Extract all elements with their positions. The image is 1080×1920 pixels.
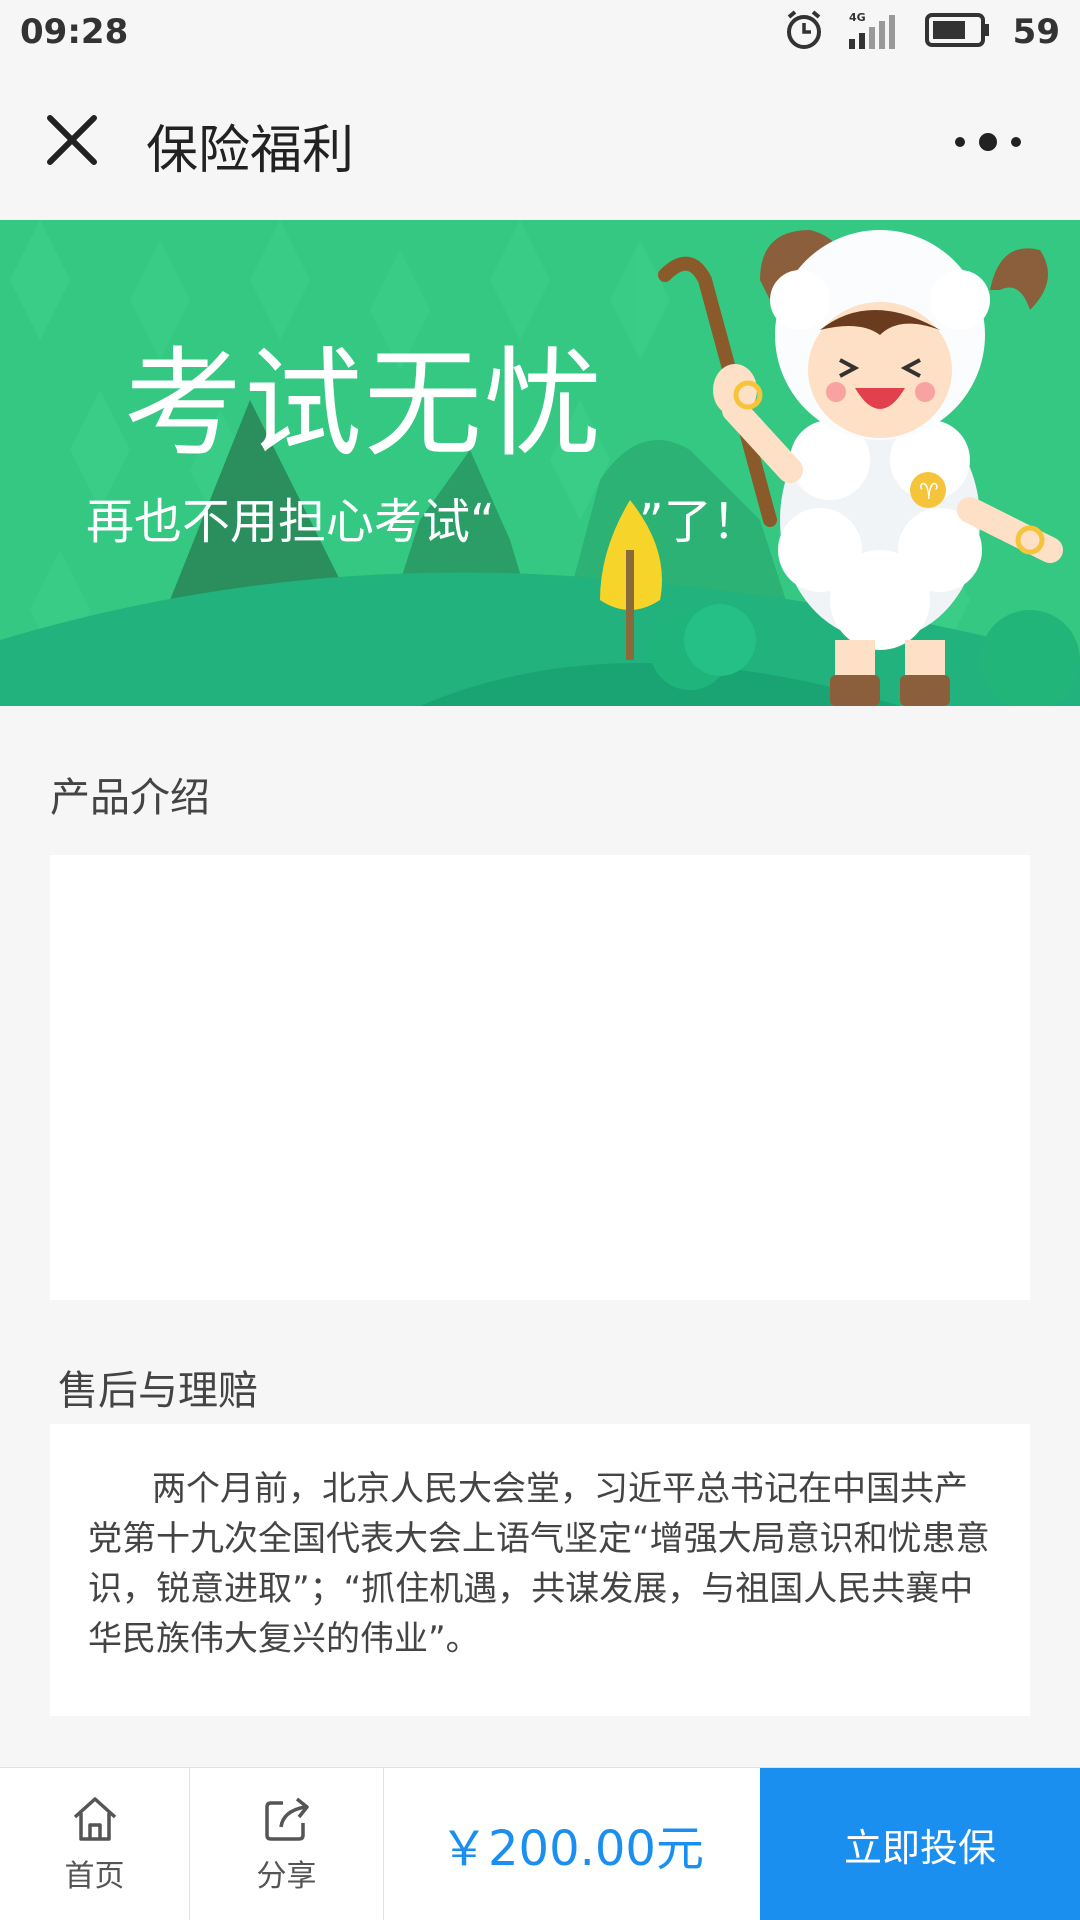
tab-home-label: 首页 xyxy=(64,1859,125,1894)
network-type-label: 4G xyxy=(849,11,866,24)
status-bar: 09:28 4G 59 xyxy=(0,0,1080,64)
buy-now-button[interactable]: 立即投保 xyxy=(760,1768,1080,1920)
more-icon xyxy=(955,133,1021,151)
page-title: 保险福利 xyxy=(146,121,355,181)
tab-home[interactable]: 首页 xyxy=(0,1768,190,1920)
banner-subtitle: 再也不用担心考试“ ”了！ xyxy=(86,494,760,550)
after-sales-card: 两个月前，北京人民大会堂，习近平总书记在中国共产党第十九次全国代表大会上语气坚定… xyxy=(50,1424,1030,1716)
status-time: 09:28 xyxy=(20,12,129,52)
tab-share[interactable]: 分享 xyxy=(190,1768,384,1920)
signal-icon: 4G xyxy=(847,9,903,55)
nav-bar: 保险福利 xyxy=(0,64,1080,220)
product-intro-card xyxy=(50,855,1030,1300)
price: ￥200.00元 xyxy=(440,1821,704,1877)
section-title-product-intro: 产品介绍 xyxy=(50,775,210,821)
section-title-after-sales: 售后与理赔 xyxy=(58,1368,258,1414)
alarm-icon xyxy=(783,9,825,55)
bottom-action-bar: 首页 分享 ￥200.00元 立即投保 xyxy=(0,1767,1080,1920)
close-icon xyxy=(47,115,97,165)
after-sales-text: 两个月前，北京人民大会堂，习近平总书记在中国共产党第十九次全国代表大会上语气坚定… xyxy=(88,1469,990,1659)
more-button[interactable] xyxy=(940,122,1040,162)
battery-icon xyxy=(924,11,991,53)
banner-title: 考试无忧 xyxy=(124,335,605,473)
status-icons: 4G 59 xyxy=(783,9,1060,55)
battery-level: 59 xyxy=(1012,12,1060,52)
close-button[interactable] xyxy=(42,110,102,170)
home-icon xyxy=(73,1797,116,1841)
tab-share-label: 分享 xyxy=(256,1859,317,1894)
share-icon xyxy=(264,1797,309,1841)
svg-text:♈: ♈ xyxy=(919,480,939,505)
banner[interactable]: ♈ 考试无忧 再也不用担心考试“ ”了！ xyxy=(0,220,1080,706)
